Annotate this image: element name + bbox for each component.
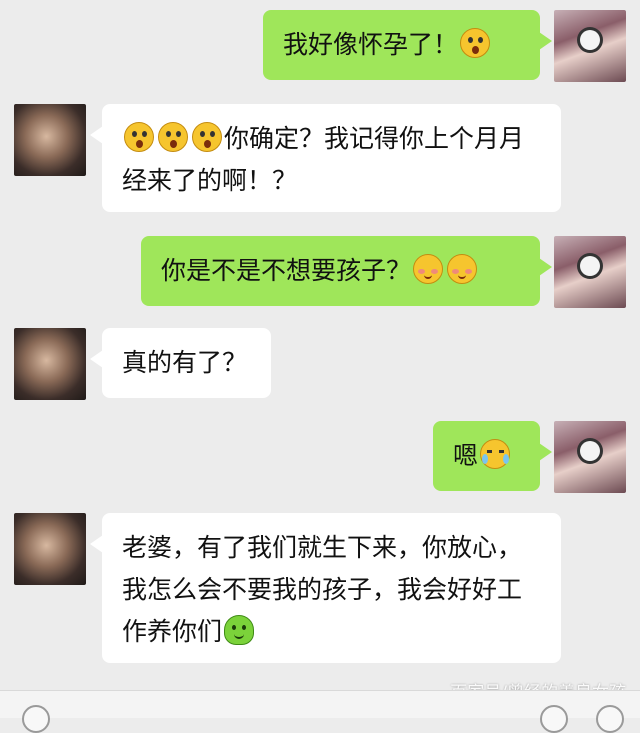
- avatar-me[interactable]: [554, 10, 626, 82]
- message-bubble-sent[interactable]: 我好像怀孕了！: [263, 10, 552, 80]
- message-bubble-received[interactable]: 你确定？我记得你上个月月经来了的啊！？: [90, 104, 561, 212]
- message-bubble-received[interactable]: 老婆，有了我们就生下来，你放心，我怎么会不要我的孩子，我会好好工作养你们: [90, 513, 561, 663]
- message-text: 嗯: [453, 441, 479, 470]
- avatar-contact[interactable]: [14, 513, 86, 585]
- shocked-emoji-icon: [460, 28, 491, 58]
- shocked-emoji-icon: [192, 122, 222, 152]
- blush-emoji-icon: [447, 254, 478, 284]
- message-bubble-sent[interactable]: 嗯: [433, 421, 552, 491]
- shocked-emoji-icon: [124, 122, 154, 152]
- input-bar: [0, 690, 640, 733]
- message-bubble-received[interactable]: 真的有了？: [90, 328, 271, 398]
- message-text: 我好像怀孕了！: [283, 30, 459, 59]
- emoji-button[interactable]: [540, 705, 568, 733]
- voice-toggle-button[interactable]: [22, 705, 50, 733]
- blush-emoji-icon: [413, 254, 444, 284]
- avatar-me[interactable]: [554, 421, 626, 493]
- avatar-contact[interactable]: [14, 104, 86, 176]
- chat-area[interactable]: 我好像怀孕了！ 你确定？我记得你上个月月经来了的啊！？ 你是不是不想要孩子？ 真…: [0, 0, 640, 703]
- more-button[interactable]: [596, 705, 624, 733]
- message-text: 你是不是不想要孩子？: [161, 256, 412, 285]
- avatar-me[interactable]: [554, 236, 626, 308]
- green-character-emoji-icon: [224, 615, 255, 645]
- shocked-emoji-icon: [158, 122, 188, 152]
- message-text: 老婆，有了我们就生下来，你放心，我怎么会不要我的孩子，我会好好工作养你们: [122, 533, 523, 646]
- avatar-contact[interactable]: [14, 328, 86, 400]
- message-bubble-sent[interactable]: 你是不是不想要孩子？: [141, 236, 552, 306]
- message-text: 真的有了？: [122, 348, 248, 377]
- crying-emoji-icon: [480, 439, 511, 469]
